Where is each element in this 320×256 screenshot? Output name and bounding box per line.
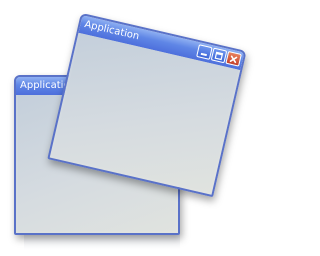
close-button[interactable] [225,50,242,67]
maximize-icon [214,51,224,60]
minimize-icon [200,52,208,56]
close-icon [229,55,238,63]
desktop: Application Application [0,0,256,256]
